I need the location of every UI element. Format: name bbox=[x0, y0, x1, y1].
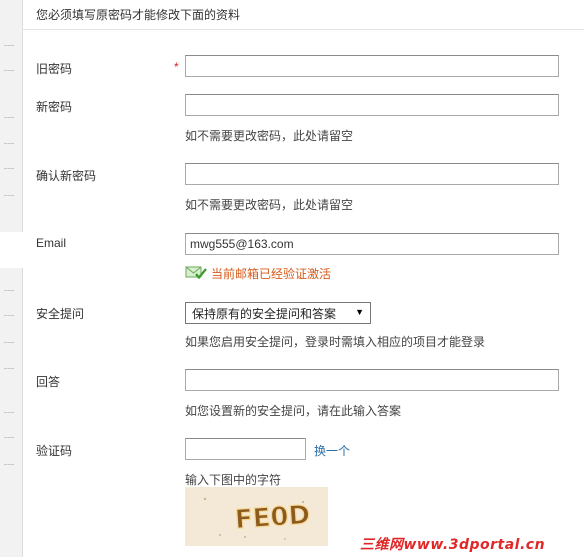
email-verified-status: 当前邮箱已经验证激活 bbox=[185, 264, 331, 283]
captcha-image-text: FE0D bbox=[234, 500, 311, 535]
dropdown-arrow-icon: ▼ bbox=[355, 307, 364, 317]
captcha-input[interactable] bbox=[185, 438, 306, 460]
divider bbox=[22, 29, 584, 30]
sidebar-divider bbox=[4, 412, 14, 413]
sidebar-divider bbox=[4, 290, 14, 291]
confirm-password-hint: 如不需要更改密码，此处请留空 bbox=[185, 198, 354, 212]
sidebar-divider bbox=[4, 45, 14, 46]
sidebar-divider bbox=[4, 168, 14, 169]
watermark-text: 三维网www.3dportal.cn bbox=[360, 537, 546, 553]
sidebar-divider bbox=[4, 117, 14, 118]
captcha-refresh-link[interactable]: 换一个 bbox=[314, 442, 350, 459]
sidebar-active-tab bbox=[0, 232, 23, 268]
email-input[interactable] bbox=[185, 233, 559, 255]
confirm-password-input[interactable] bbox=[185, 163, 559, 185]
answer-input[interactable] bbox=[185, 369, 559, 391]
required-mark: * bbox=[174, 60, 179, 74]
answer-label: 回答 bbox=[36, 375, 61, 389]
security-question-label: 安全提问 bbox=[36, 307, 85, 321]
security-question-selected: 保持原有的安全提问和答案 bbox=[192, 306, 337, 321]
captcha-image: FE0D bbox=[185, 487, 328, 546]
security-question-select[interactable]: 保持原有的安全提问和答案 ▼ bbox=[185, 302, 371, 324]
new-password-input[interactable] bbox=[185, 94, 559, 116]
security-question-hint: 如果您启用安全提问，登录时需填入相应的项目才能登录 bbox=[185, 335, 486, 349]
sidebar-divider bbox=[4, 368, 14, 369]
sidebar-divider bbox=[4, 195, 14, 196]
captcha-label: 验证码 bbox=[36, 444, 73, 458]
old-password-label: 旧密码 bbox=[36, 62, 73, 76]
notice-text: 您必须填写原密码才能修改下面的资料 bbox=[36, 8, 241, 22]
email-verified-text: 当前邮箱已经验证激活 bbox=[211, 267, 332, 281]
sidebar-divider bbox=[4, 70, 14, 71]
email-label: Email bbox=[36, 236, 67, 250]
confirm-password-label: 确认新密码 bbox=[36, 169, 97, 183]
verified-mail-icon bbox=[185, 264, 207, 283]
new-password-hint: 如不需要更改密码，此处请留空 bbox=[185, 129, 354, 143]
sidebar-divider bbox=[4, 315, 14, 316]
sidebar-strip bbox=[0, 0, 23, 557]
captcha-hint: 输入下图中的字符 bbox=[185, 473, 282, 487]
new-password-label: 新密码 bbox=[36, 100, 73, 114]
old-password-input[interactable] bbox=[185, 55, 559, 77]
answer-hint: 如您设置新的安全提问，请在此输入答案 bbox=[185, 404, 402, 418]
sidebar-divider bbox=[4, 437, 14, 438]
sidebar-divider bbox=[4, 143, 14, 144]
sidebar-divider bbox=[4, 342, 14, 343]
sidebar-divider bbox=[4, 464, 14, 465]
